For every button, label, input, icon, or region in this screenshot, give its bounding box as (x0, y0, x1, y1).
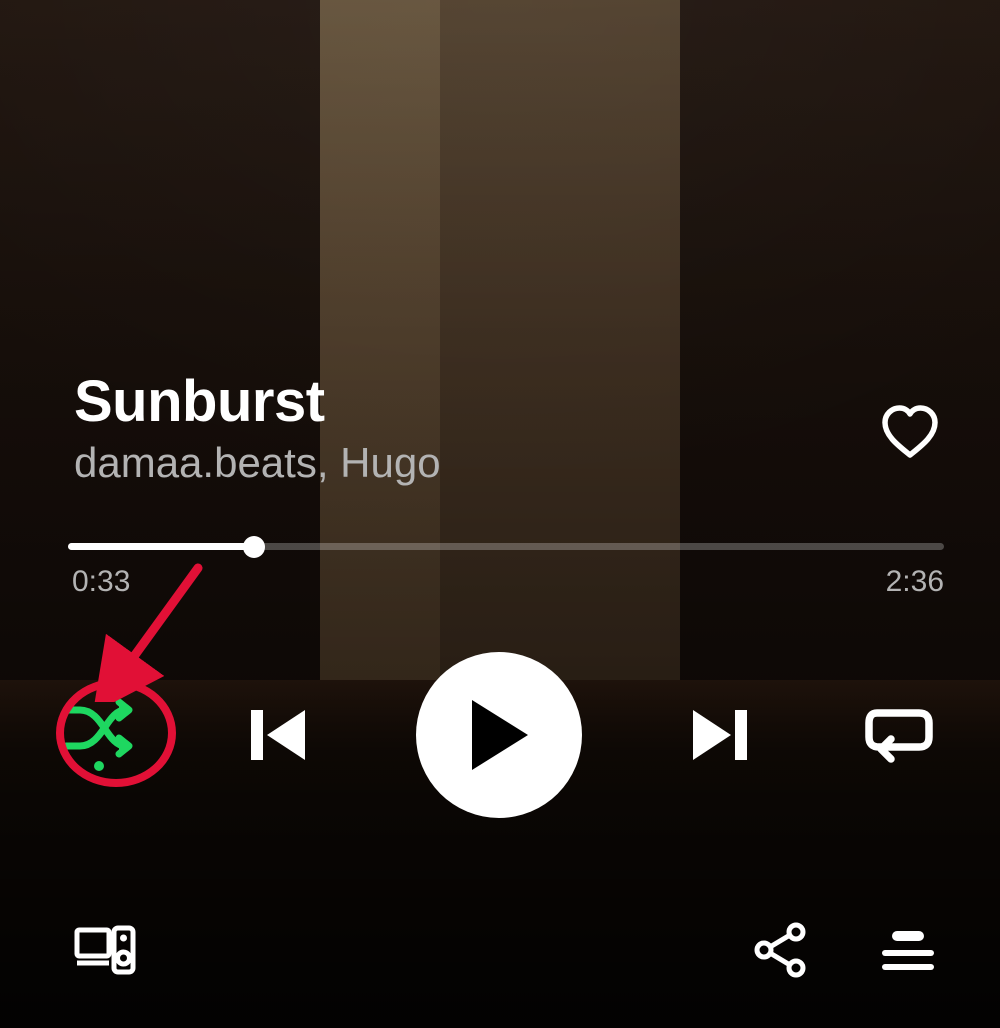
shuffle-icon (63, 696, 135, 774)
progress-fill (68, 543, 254, 550)
track-info: Sunburst damaa.beats, Hugo (74, 372, 860, 487)
repeat-button[interactable] (854, 690, 944, 780)
next-icon (683, 700, 753, 770)
play-button[interactable] (416, 652, 582, 818)
elapsed-time: 0:33 (72, 565, 130, 599)
devices-icon (74, 925, 136, 975)
share-button[interactable] (752, 922, 808, 978)
progress-track (68, 543, 944, 550)
previous-icon (245, 700, 315, 770)
bottom-actions (74, 920, 936, 980)
repeat-icon (863, 703, 935, 767)
transport-controls (54, 650, 944, 820)
play-icon (466, 698, 532, 772)
total-time: 2:36 (886, 565, 944, 599)
progress-times: 0:33 2:36 (72, 565, 944, 599)
track-artist[interactable]: damaa.beats, Hugo (74, 439, 860, 487)
like-button[interactable] (876, 398, 944, 466)
now-playing-screen: Sunburst damaa.beats, Hugo 0:33 2:36 (0, 0, 1000, 1028)
track-title[interactable]: Sunburst (74, 372, 860, 433)
progress-thumb[interactable] (243, 536, 265, 558)
bottom-actions-right (752, 922, 936, 978)
next-button[interactable] (673, 690, 763, 780)
progress-bar[interactable] (68, 543, 944, 550)
heart-icon (881, 405, 939, 459)
queue-button[interactable] (880, 927, 936, 973)
previous-button[interactable] (235, 690, 325, 780)
shuffle-button[interactable] (54, 690, 144, 780)
queue-icon (880, 927, 936, 973)
backdrop-overlay (0, 0, 1000, 1028)
share-icon (752, 922, 808, 978)
devices-button[interactable] (74, 925, 136, 975)
